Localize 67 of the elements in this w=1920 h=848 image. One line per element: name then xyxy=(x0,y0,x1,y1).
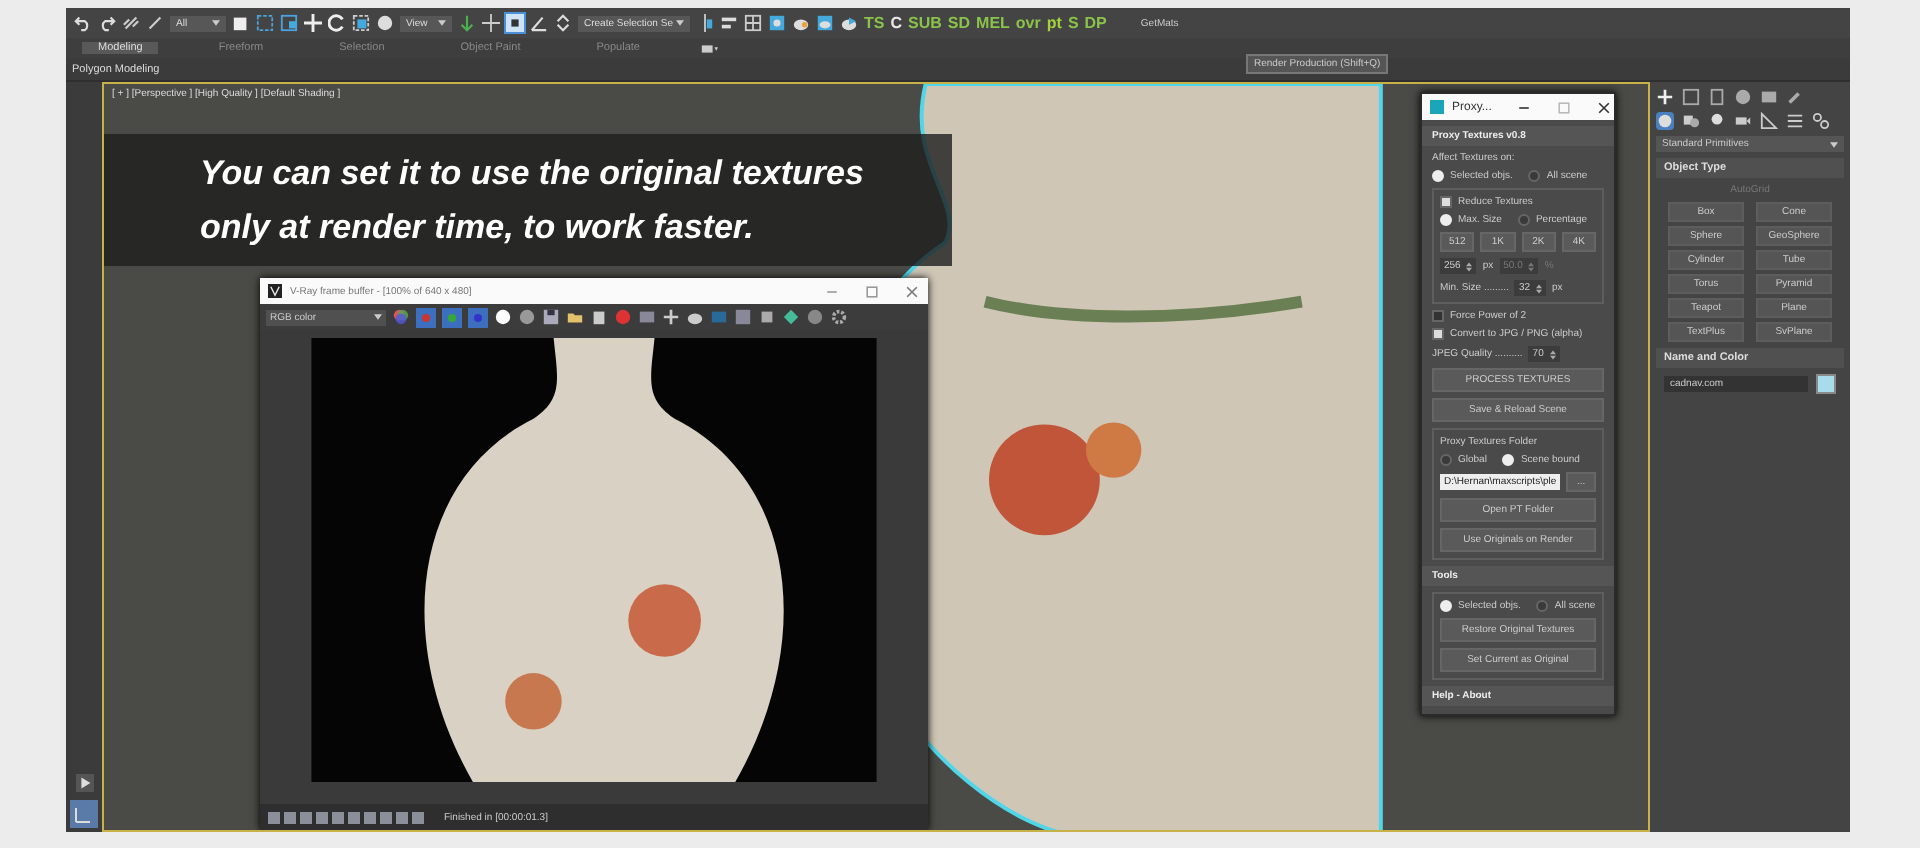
systems-icon[interactable] xyxy=(1812,112,1830,130)
viewport[interactable] xyxy=(102,82,1650,832)
folder-icon[interactable] xyxy=(566,308,584,326)
sphere-icon[interactable] xyxy=(806,308,824,326)
maximize-icon[interactable] xyxy=(864,283,880,299)
plugin-label[interactable]: C xyxy=(890,14,903,32)
ribbon-options-icon[interactable] xyxy=(699,39,718,57)
helper-icon[interactable] xyxy=(1760,112,1778,130)
checkbox[interactable] xyxy=(1432,328,1444,340)
radio-button[interactable] xyxy=(1528,170,1541,182)
plus-icon[interactable] xyxy=(1656,88,1674,106)
axis-gizmo-icon xyxy=(70,800,98,828)
spinner-snap-icon[interactable] xyxy=(554,14,572,32)
plugin-label[interactable]: TS xyxy=(864,14,885,32)
spinner-arrows-icon[interactable] xyxy=(1536,283,1543,293)
move-icon[interactable] xyxy=(304,14,322,32)
vray-logo-icon xyxy=(268,284,282,298)
grid-icon[interactable] xyxy=(744,14,762,32)
list-icon[interactable] xyxy=(1786,112,1804,130)
teapot-frame-icon[interactable] xyxy=(816,14,834,32)
close-icon[interactable] xyxy=(1595,99,1612,115)
caret-icon xyxy=(438,20,446,26)
radio-button[interactable] xyxy=(1517,214,1530,226)
gear-icon[interactable] xyxy=(830,308,848,326)
radio-button[interactable] xyxy=(1536,600,1549,612)
caret-icon xyxy=(212,20,220,26)
plugin-label[interactable]: ovr xyxy=(1015,14,1041,32)
shapes-icon[interactable] xyxy=(1682,112,1700,130)
radio-button[interactable] xyxy=(1440,454,1452,466)
caret-icon xyxy=(374,314,382,320)
sphere-icon[interactable] xyxy=(376,14,394,32)
plugin-label[interactable]: DP xyxy=(1084,14,1107,32)
select-object-icon[interactable] xyxy=(232,14,250,32)
align-icon[interactable] xyxy=(720,14,738,32)
caret-icon xyxy=(676,20,684,26)
checkbox[interactable] xyxy=(1432,310,1444,322)
plugin-label[interactable]: SUB xyxy=(908,14,942,32)
caret-icon xyxy=(1830,141,1838,147)
plugin-label[interactable]: pt xyxy=(1046,14,1062,32)
color-channels-icon[interactable] xyxy=(392,308,410,326)
region-select-icon[interactable] xyxy=(256,14,274,32)
plugin-label[interactable]: S xyxy=(1067,14,1079,32)
camera-icon[interactable] xyxy=(1734,112,1752,130)
checkbox[interactable] xyxy=(1440,196,1452,208)
circle-icon[interactable] xyxy=(494,308,512,326)
crosshair-icon[interactable] xyxy=(482,14,500,32)
snap-toggle-icon[interactable] xyxy=(506,14,524,32)
window-crossing-icon[interactable] xyxy=(280,14,298,32)
scale-icon[interactable] xyxy=(352,14,370,32)
color-swatch[interactable] xyxy=(1816,374,1836,394)
cross-arrows-icon[interactable] xyxy=(662,308,680,326)
wrench-icon[interactable] xyxy=(1786,88,1804,106)
spinner-arrows-icon[interactable] xyxy=(1549,349,1556,359)
shaded-circle-icon[interactable] xyxy=(518,308,536,326)
play-icon[interactable] xyxy=(75,774,93,792)
render-teapot-icon[interactable] xyxy=(840,14,858,32)
undo-icon[interactable] xyxy=(74,14,92,32)
spinner-arrows-icon[interactable] xyxy=(1466,261,1473,271)
video-caption: You can set it to use the original textures only at render time, to work faster. xyxy=(104,134,952,267)
angle-snap-icon[interactable] xyxy=(530,14,548,32)
save-icon[interactable] xyxy=(542,308,560,326)
geometry-icon[interactable] xyxy=(1656,112,1674,130)
app-icon xyxy=(1430,100,1444,114)
plugin-label[interactable]: MEL xyxy=(976,14,1010,32)
rotate-icon[interactable] xyxy=(328,14,346,32)
plugin-label[interactable]: SD xyxy=(947,14,971,32)
redo-icon[interactable] xyxy=(98,14,116,32)
